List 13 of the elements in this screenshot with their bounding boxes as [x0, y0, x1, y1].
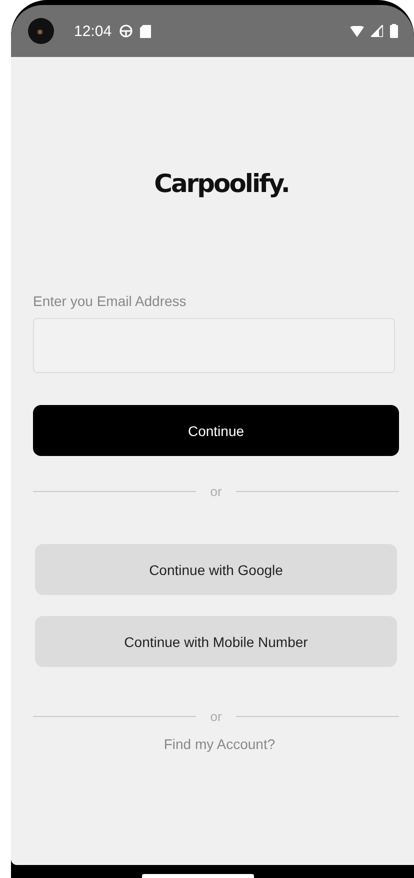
wifi-icon — [350, 26, 364, 36]
battery-icon — [390, 24, 398, 38]
continue-button[interactable]: Continue — [33, 405, 399, 456]
camera-icon — [27, 17, 55, 45]
divider-text: or — [210, 709, 222, 724]
signal-icon — [371, 25, 383, 37]
continue-button[interactable]: Continue with Google — [35, 544, 397, 595]
email-label: Enter you Email Address — [33, 293, 186, 309]
divider-text: or — [210, 484, 222, 499]
continue-button[interactable]: Continue with Mobile Number — [35, 616, 397, 667]
app-logo: Carpoolify. — [154, 169, 289, 198]
sd-card-icon — [140, 24, 151, 38]
status-time: 12:04 — [74, 22, 112, 40]
